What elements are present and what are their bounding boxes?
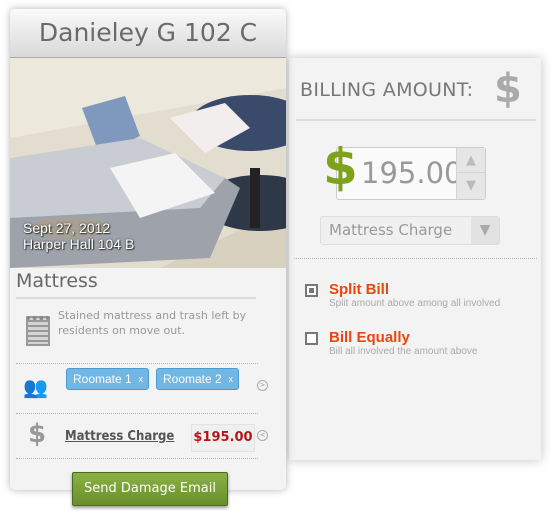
chevron-left-icon[interactable]: < — [257, 430, 268, 441]
currency-symbol: $ — [323, 138, 358, 196]
option-label: Split Bill — [329, 281, 389, 298]
divider — [16, 363, 258, 364]
option-description: Split amount above among all involved — [329, 298, 501, 309]
divider — [296, 119, 536, 121]
damage-card: Danieley G 102 C Sept 27, 2012 Harper Ha… — [10, 9, 286, 490]
charge-amount: $195.00 — [191, 424, 255, 452]
divider — [294, 258, 537, 259]
option-label: Bill Equally — [329, 329, 410, 346]
bill-equally-checkbox[interactable] — [305, 332, 318, 345]
divider — [16, 458, 258, 459]
notepad-icon — [26, 316, 50, 346]
charge-type-select[interactable]: Mattress Charge ▼ — [320, 216, 500, 245]
chevron-right-icon[interactable]: > — [257, 380, 268, 391]
charge-type-value: Mattress Charge — [329, 221, 453, 239]
dollar-icon: $ — [494, 66, 522, 112]
roommate-label: Roomate 2 — [163, 372, 222, 386]
option-description: Bill all involved the amount above — [329, 346, 478, 357]
damage-photo[interactable]: Sept 27, 2012 Harper Hall 104 B — [10, 58, 286, 268]
dollar-icon: $ — [28, 419, 47, 449]
amount-input[interactable]: 195.00 — [361, 156, 462, 190]
amount-stepper[interactable]: 195.00 ▲ ▼ — [336, 147, 486, 200]
split-bill-checkbox[interactable] — [305, 284, 318, 297]
chevron-down-icon[interactable]: ▼ — [471, 217, 499, 244]
decrement-button[interactable]: ▼ — [457, 173, 485, 198]
remove-icon[interactable]: x — [229, 369, 234, 389]
roommate-label: Roomate 1 — [73, 372, 132, 386]
increment-button[interactable]: ▲ — [457, 148, 485, 173]
photo-location: Harper Hall 104 B — [23, 236, 135, 252]
remove-icon[interactable]: x — [139, 369, 144, 389]
roommate-tag[interactable]: Roomate 2 x — [156, 368, 239, 390]
card-title: Danieley G 102 C — [10, 9, 286, 58]
divider — [16, 413, 258, 414]
item-description: Stained mattress and trash left by resid… — [58, 309, 247, 337]
billing-heading: BILLING AMOUNT: — [300, 79, 474, 101]
photo-date: Sept 27, 2012 — [23, 220, 111, 236]
roommate-tag[interactable]: Roomate 1 x — [66, 368, 149, 390]
people-icon: 👥 — [23, 375, 48, 399]
charge-link[interactable]: Mattress Charge — [65, 429, 174, 444]
item-title: Mattress — [16, 270, 256, 299]
send-damage-email-button[interactable]: Send Damage Email — [72, 472, 228, 506]
